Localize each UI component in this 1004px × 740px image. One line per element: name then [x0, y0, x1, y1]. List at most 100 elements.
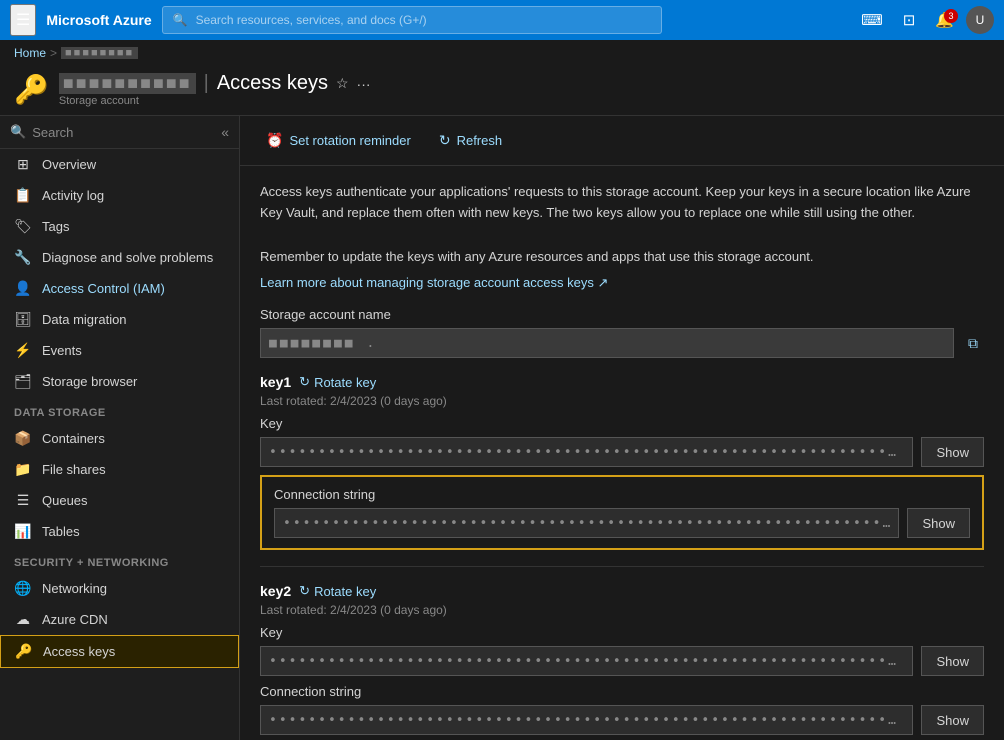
breadcrumb: Home > ■■■■■■■■ [0, 40, 1004, 66]
key1-connection-row: Show [274, 508, 970, 538]
sidebar-item-overview[interactable]: ⊞ Overview [0, 149, 239, 180]
refresh-icon: ↻ [439, 132, 451, 149]
content-body: Access keys authenticate your applicatio… [240, 166, 1004, 740]
key1-name: key1 [260, 374, 291, 390]
sidebar-item-data-migration[interactable]: 🗄 Data migration [0, 304, 239, 335]
favorite-icon[interactable]: ☆ [336, 75, 349, 92]
more-options-icon[interactable]: ··· [357, 76, 371, 92]
key2-header: key2 ↻ Rotate key [260, 583, 984, 599]
key2-name: key2 [260, 583, 291, 599]
storage-account-field-row: ⧉ [260, 328, 984, 358]
sidebar-search-bar[interactable]: 🔍 « [0, 116, 239, 149]
main-layout: 🔍 « ⊞ Overview 📋 Activity log 🏷 Tags 🔧 D… [0, 116, 1004, 740]
data-storage-section-header: Data storage [0, 397, 239, 423]
key1-connection-label: Connection string [274, 487, 970, 502]
sidebar-item-access-keys[interactable]: 🔑 Access keys [0, 635, 239, 668]
notifications-button[interactable]: 🔔 3 [927, 7, 962, 33]
sidebar-item-queues[interactable]: ☰ Queues [0, 485, 239, 516]
top-nav: ☰ Microsoft Azure 🔍 ⌨ ⊡ 🔔 3 U [0, 0, 1004, 40]
page-title-group: ■■■■■■■■■■ | Access keys ☆ ··· [59, 72, 371, 95]
nav-search-input[interactable] [196, 13, 651, 27]
page-header-icon: 🔑 [14, 73, 49, 106]
key1-key-input[interactable] [260, 437, 913, 467]
user-avatar[interactable]: U [966, 6, 994, 34]
sidebar-search-icon: 🔍 [10, 124, 26, 140]
key2-last-rotated: Last rotated: 2/4/2023 (0 days ago) [260, 603, 984, 617]
key1-rotate-icon: ↻ [299, 374, 310, 390]
key2-show-key-button[interactable]: Show [921, 646, 984, 676]
storage-account-label: Storage account name [260, 307, 984, 322]
iam-icon: 👤 [14, 280, 32, 297]
containers-icon: 📦 [14, 430, 32, 447]
sidebar-item-azure-cdn[interactable]: ☁ Azure CDN [0, 604, 239, 635]
directory-button[interactable]: ⊡ [895, 7, 924, 33]
key2-key-label: Key [260, 625, 984, 640]
page-header: 🔑 ■■■■■■■■■■ | Access keys ☆ ··· Storage… [0, 66, 1004, 116]
key1-show-key-button[interactable]: Show [921, 437, 984, 467]
sidebar-item-containers[interactable]: 📦 Containers [0, 423, 239, 454]
breadcrumb-account: ■■■■■■■■ [61, 47, 138, 59]
sidebar-item-activity-label: Activity log [42, 188, 104, 203]
key2-connection-input[interactable] [260, 705, 913, 735]
tags-icon: 🏷 [14, 218, 32, 235]
sidebar-item-storage-label: Storage browser [42, 374, 137, 389]
breadcrumb-home[interactable]: Home [14, 46, 46, 60]
copy-storage-account-button[interactable]: ⧉ [962, 333, 984, 354]
sidebar-item-diagnose-label: Diagnose and solve problems [42, 250, 213, 265]
sidebar-search-input[interactable] [32, 125, 215, 140]
breadcrumb-sep: > [50, 46, 57, 60]
sidebar-item-tables-label: Tables [42, 524, 80, 539]
key1-section: key1 ↻ Rotate key Last rotated: 2/4/2023… [260, 374, 984, 550]
diagnose-icon: 🔧 [14, 249, 32, 266]
search-icon: 🔍 [173, 13, 188, 27]
sidebar-item-storage-browser[interactable]: 🗂 Storage browser [0, 366, 239, 397]
sidebar-item-file-shares[interactable]: 📁 File shares [0, 454, 239, 485]
key2-show-connection-button[interactable]: Show [921, 705, 984, 735]
sidebar-item-activity-log[interactable]: 📋 Activity log [0, 180, 239, 211]
sidebar-item-networking[interactable]: 🌐 Networking [0, 573, 239, 604]
refresh-button[interactable]: ↻ Refresh [433, 128, 508, 153]
key2-rotate-button[interactable]: ↻ Rotate key [299, 583, 376, 599]
sidebar-item-tags[interactable]: 🏷 Tags [0, 211, 239, 242]
sidebar-item-queues-label: Queues [42, 493, 88, 508]
overview-icon: ⊞ [14, 156, 32, 173]
key2-connection-row: Show [260, 705, 984, 735]
sidebar-item-networking-label: Networking [42, 581, 107, 596]
notification-badge: 3 [944, 9, 958, 23]
rotation-icon: ⏰ [266, 132, 283, 149]
key1-header: key1 ↻ Rotate key [260, 374, 984, 390]
key1-show-connection-button[interactable]: Show [907, 508, 970, 538]
hamburger-button[interactable]: ☰ [10, 4, 36, 36]
sidebar-item-diagnose[interactable]: 🔧 Diagnose and solve problems [0, 242, 239, 273]
key2-rotate-icon: ↻ [299, 583, 310, 599]
key2-connection-string-section: Connection string Show [260, 684, 984, 735]
azure-cdn-icon: ☁ [14, 611, 32, 628]
sidebar-item-events[interactable]: ⚡ Events [0, 335, 239, 366]
learn-more-link[interactable]: Learn more about managing storage accoun… [260, 275, 608, 290]
sidebar-item-iam[interactable]: 👤 Access Control (IAM) [0, 273, 239, 304]
title-separator: | [204, 72, 209, 95]
key2-rotate-label: Rotate key [314, 584, 376, 599]
sidebar-item-migration-label: Data migration [42, 312, 127, 327]
sidebar-item-tags-label: Tags [42, 219, 69, 234]
tables-icon: 📊 [14, 523, 32, 540]
cloud-shell-button[interactable]: ⌨ [853, 7, 891, 33]
key1-rotate-label: Rotate key [314, 375, 376, 390]
key2-key-input[interactable] [260, 646, 913, 676]
sidebar-collapse-icon[interactable]: « [221, 124, 229, 140]
sidebar-item-containers-label: Containers [42, 431, 105, 446]
storage-account-input[interactable] [260, 328, 954, 358]
set-rotation-reminder-button[interactable]: ⏰ Set rotation reminder [260, 128, 417, 153]
key1-connection-input[interactable] [274, 508, 899, 538]
access-keys-icon: 🔑 [15, 643, 33, 660]
nav-search-bar[interactable]: 🔍 [162, 6, 662, 34]
page-header-text: ■■■■■■■■■■ | Access keys ☆ ··· Storage a… [59, 72, 371, 107]
sidebar-item-access-keys-label: Access keys [43, 644, 115, 659]
key2-section: key2 ↻ Rotate key Last rotated: 2/4/2023… [260, 583, 984, 735]
sidebar: 🔍 « ⊞ Overview 📋 Activity log 🏷 Tags 🔧 D… [0, 116, 240, 740]
key1-connection-string-section: Connection string Show [260, 475, 984, 550]
app-logo: Microsoft Azure [46, 12, 151, 28]
sidebar-item-tables[interactable]: 📊 Tables [0, 516, 239, 547]
key1-rotate-button[interactable]: ↻ Rotate key [299, 374, 376, 390]
key1-key-label: Key [260, 416, 984, 431]
